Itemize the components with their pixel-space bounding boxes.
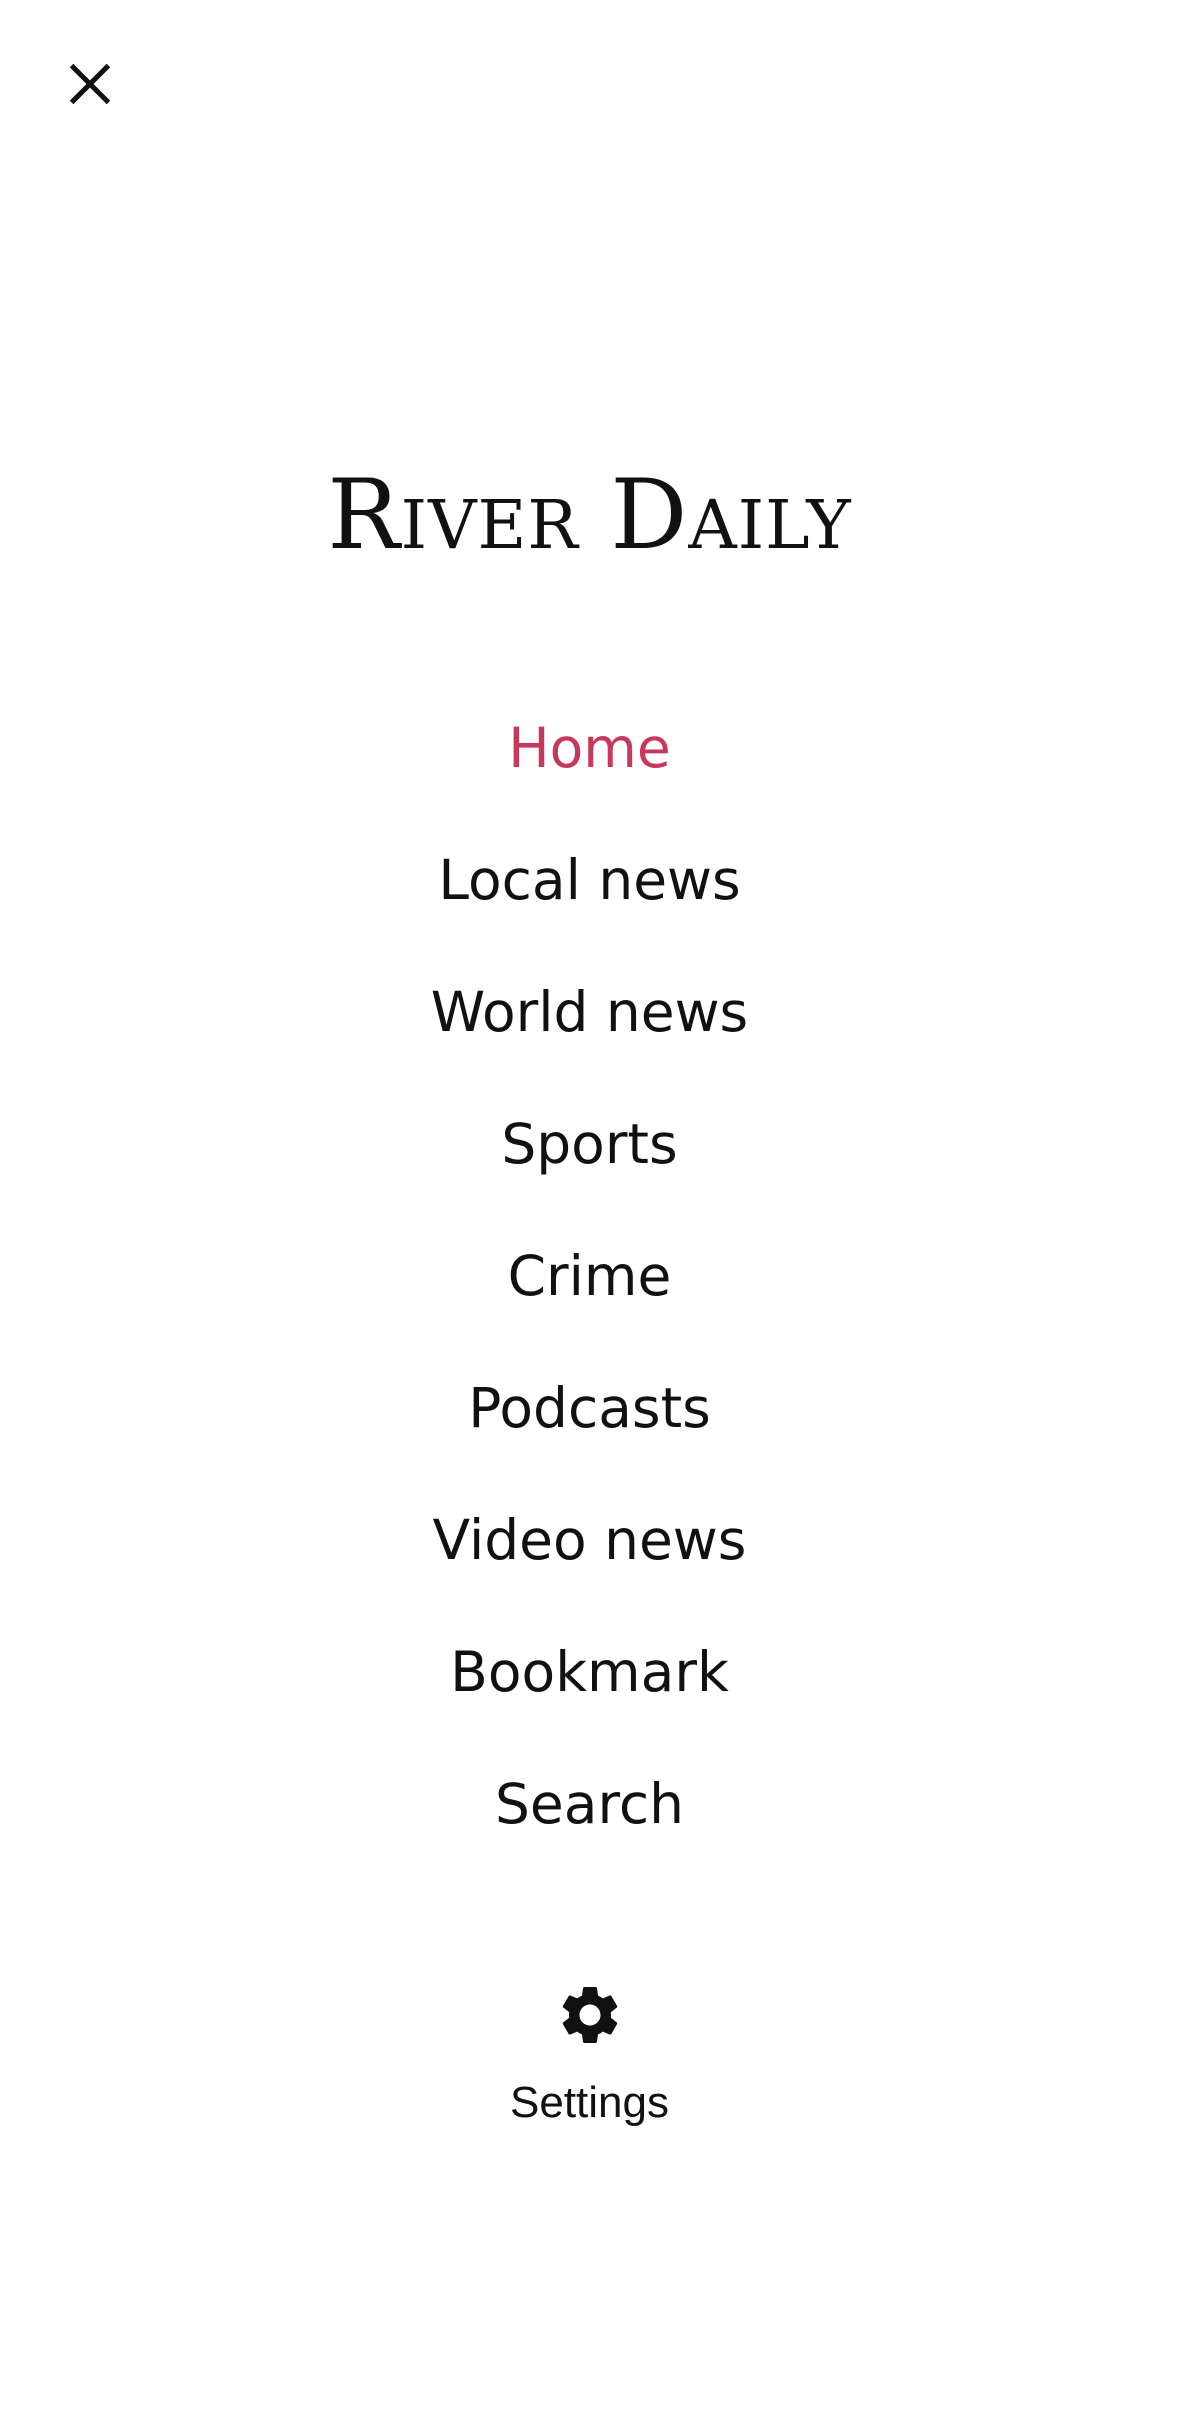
nav-item-podcasts: Podcasts — [0, 1342, 1179, 1474]
brand-title: River Daily — [327, 459, 852, 571]
nav-link-video-news[interactable]: Video news — [433, 1505, 747, 1575]
nav-link-sports[interactable]: Sports — [501, 1109, 677, 1179]
close-button[interactable] — [56, 50, 124, 118]
nav-link-home[interactable]: Home — [508, 713, 670, 783]
nav-link-local-news[interactable]: Local news — [438, 845, 740, 915]
nav-item-bookmark: Bookmark — [0, 1606, 1179, 1738]
settings-label: Settings — [510, 2078, 669, 2127]
nav-item-sports: Sports — [0, 1078, 1179, 1210]
nav-item-world-news: World news — [0, 946, 1179, 1078]
gear-icon — [562, 1987, 617, 2043]
close-icon — [69, 63, 111, 105]
nav-item-local-news: Local news — [0, 814, 1179, 946]
nav-item-search: Search — [0, 1738, 1179, 1870]
main-navigation: Home Local news World news Sports Crime … — [0, 682, 1179, 1870]
nav-link-bookmark[interactable]: Bookmark — [450, 1637, 729, 1707]
nav-item-crime: Crime — [0, 1210, 1179, 1342]
nav-item-video-news: Video news — [0, 1474, 1179, 1606]
nav-item-home: Home — [0, 682, 1179, 814]
nav-link-podcasts[interactable]: Podcasts — [468, 1373, 711, 1443]
nav-link-search[interactable]: Search — [495, 1769, 684, 1839]
nav-link-crime[interactable]: Crime — [508, 1241, 672, 1311]
nav-link-world-news[interactable]: World news — [431, 977, 748, 1047]
settings-button[interactable]: Settings — [0, 1980, 1179, 2128]
